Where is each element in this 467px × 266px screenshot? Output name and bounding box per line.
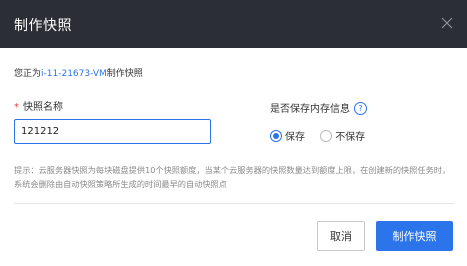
dialog-description: 您正为i-11-21673-VM制作快照: [14, 66, 143, 79]
required-mark: *: [14, 102, 19, 113]
vm-name: i-11-21673-VM: [41, 69, 107, 79]
desc-suffix: 制作快照: [106, 69, 143, 79]
cancel-button[interactable]: 取消: [317, 221, 365, 251]
footer-divider: [14, 203, 454, 204]
save-memory-radio-group: 保存 不保存: [270, 128, 377, 143]
snapshot-dialog: 制作快照 您正为i-11-21673-VM制作快照 *快照名称 是否保存内存信息…: [0, 0, 467, 266]
snapshot-name-label-text: 快照名称: [23, 102, 63, 113]
snapshot-tip: 提示：云服务器快照为每块磁盘提供10个快照额度，当某个云服务器的快照数量达到额度…: [14, 165, 451, 189]
radio-not-save-dot[interactable]: [320, 130, 333, 142]
radio-save-dot[interactable]: [270, 130, 282, 142]
question-circle-icon[interactable]: ?: [354, 102, 367, 115]
desc-prefix: 您正为: [14, 69, 42, 79]
save-memory-label: 是否保存内存信息?: [270, 100, 367, 115]
dialog-header: 制作快照: [0, 0, 467, 48]
radio-save-label: 保存: [285, 132, 305, 143]
save-memory-label-text: 是否保存内存信息: [270, 104, 350, 115]
radio-save[interactable]: 保存: [270, 128, 305, 143]
radio-not-save-label: 不保存: [335, 132, 366, 143]
snapshot-name-label: * 快照名称: [14, 98, 63, 113]
radio-not-save[interactable]: 不保存: [320, 128, 365, 143]
dialog-title: 制作快照: [14, 18, 72, 34]
snapshot-name-input[interactable]: [14, 119, 211, 144]
create-snapshot-button[interactable]: 制作快照: [376, 221, 453, 251]
close-icon[interactable]: [437, 13, 457, 33]
